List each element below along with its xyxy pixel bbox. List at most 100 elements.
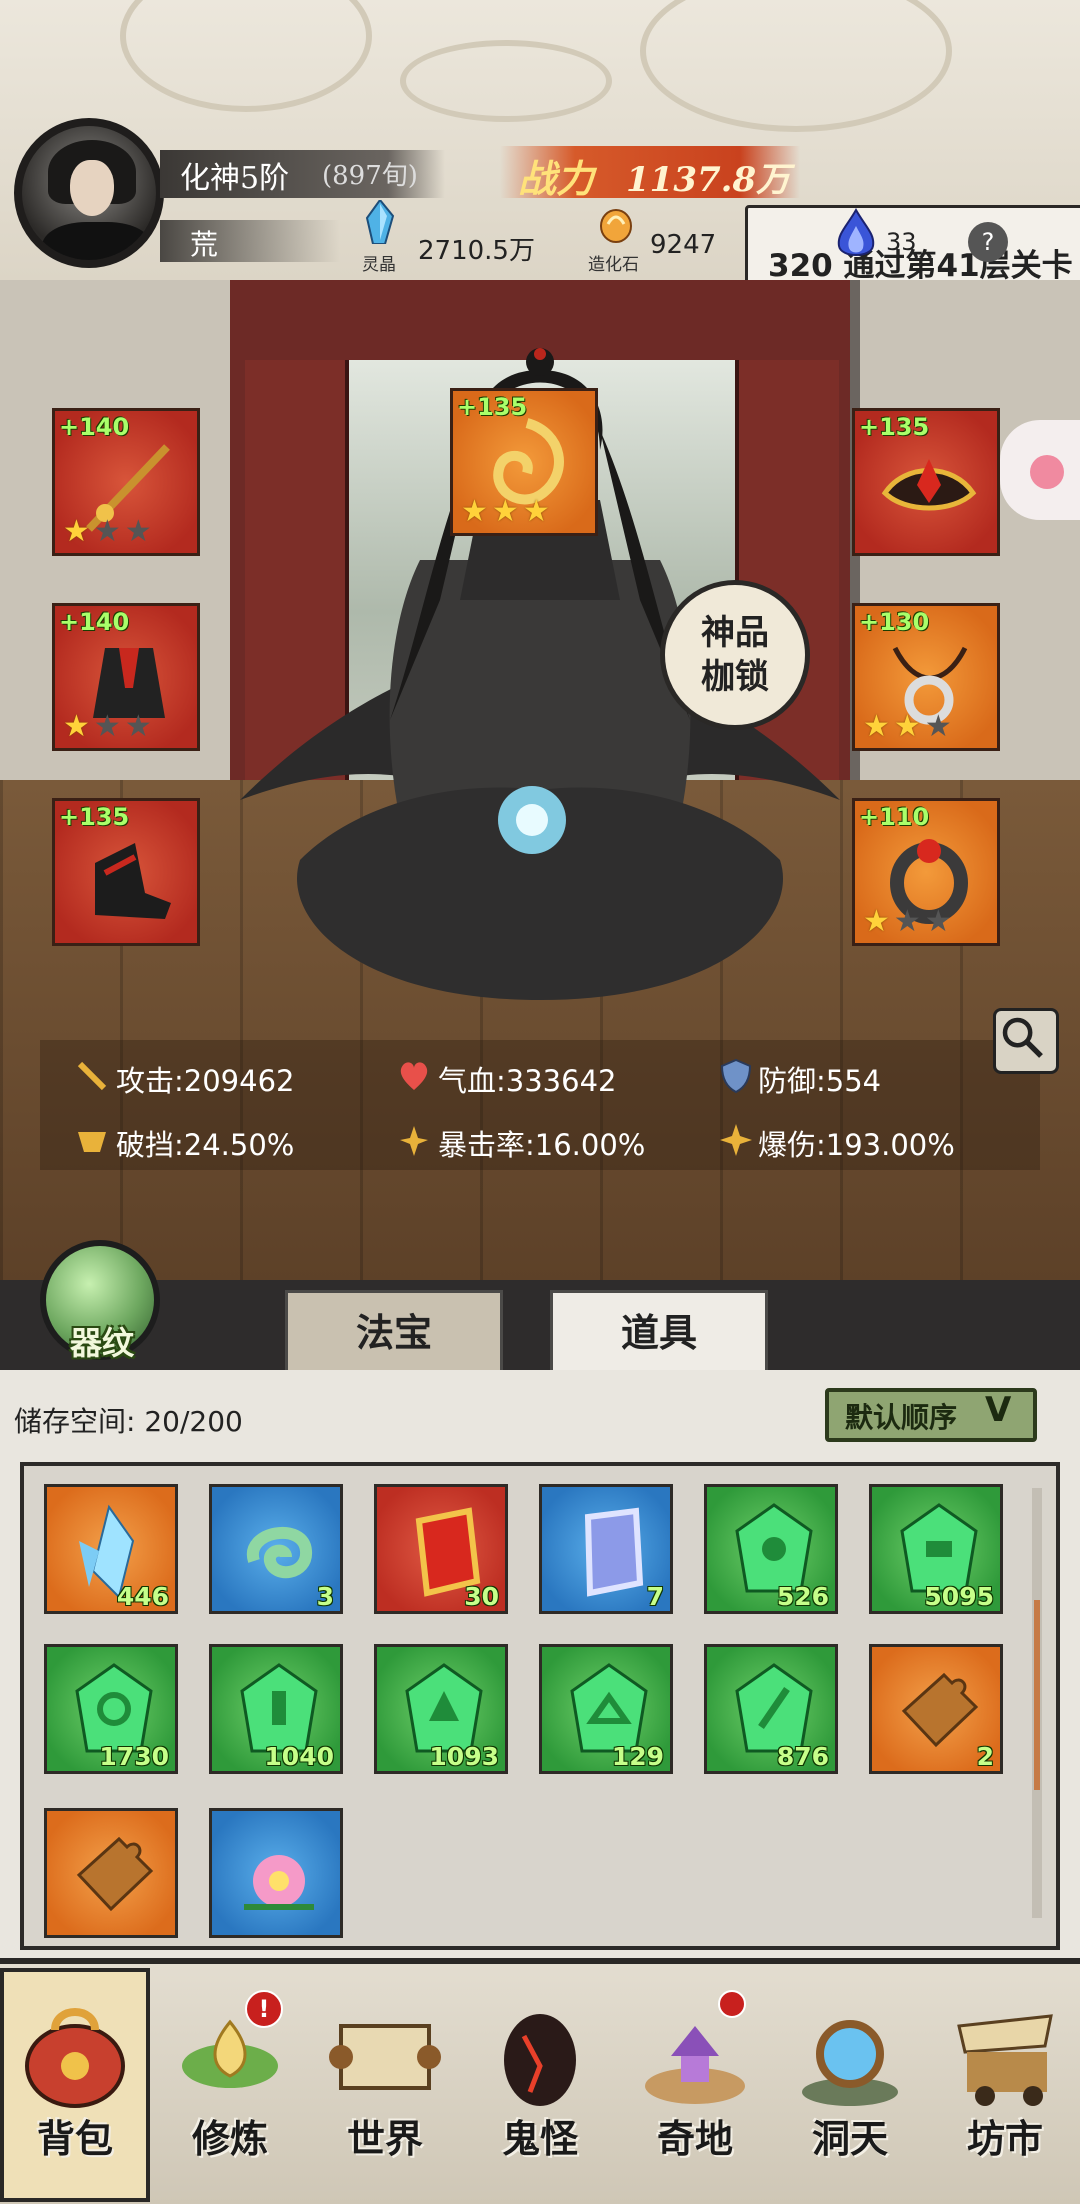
nav-cultivate-alert: ! <box>245 1990 283 2028</box>
scrollbar-thumb[interactable] <box>1034 1600 1040 1790</box>
stat-health: 气血:333642 <box>438 1064 617 1098</box>
stat-crit-damage: 爆伤:193.00% <box>758 1128 955 1162</box>
quest-help-button[interactable]: ? <box>968 222 1008 262</box>
item-count: 1730 <box>99 1742 169 1771</box>
stat-defense: 防御:554 <box>758 1064 882 1098</box>
enhance-level: +110 <box>859 803 930 831</box>
equip-slot-armor[interactable]: +140 ★★★ <box>52 603 200 751</box>
bilibili-icon <box>1030 455 1064 489</box>
star-rating: ★★★ <box>863 904 956 939</box>
combat-power-value: 1137.8万 <box>626 160 791 200</box>
stat-break-block: 破挡:24.50% <box>116 1128 295 1162</box>
inventory-item[interactable]: 5095 <box>869 1484 1003 1614</box>
nav-market[interactable]: 坊市 <box>930 1968 1080 2198</box>
nav-cultivate-label: 修炼 <box>191 2116 268 2161</box>
badge-line-1: 神品 <box>701 613 769 653</box>
realm-name: 荒 <box>190 228 219 261</box>
divine-shackle-badge[interactable]: 神品 枷锁 <box>660 580 810 730</box>
nav-cave-heaven[interactable]: 洞天 <box>775 1968 925 2198</box>
inventory-item[interactable] <box>209 1808 343 1938</box>
inventory-item[interactable]: 3 <box>209 1484 343 1614</box>
puzzle-piece-icon <box>76 1836 154 1912</box>
item-count: 1093 <box>429 1742 499 1771</box>
star-rating: ★★★ <box>461 494 554 529</box>
inventory-item[interactable] <box>44 1808 178 1938</box>
quest-text: 320 通过第41层关卡 <box>768 248 1073 284</box>
inventory-item[interactable]: 129 <box>539 1644 673 1774</box>
realm-bar <box>160 220 340 262</box>
market-cart-icon <box>957 2014 1053 2106</box>
item-count: 3 <box>316 1582 334 1611</box>
player-avatar[interactable] <box>14 118 164 268</box>
bag-icon <box>25 2008 125 2108</box>
creation-stone-value: 9247 <box>650 230 717 260</box>
stat-crit-rate: 暴击率:16.00% <box>438 1128 646 1162</box>
inventory-item[interactable]: 526 <box>704 1484 838 1614</box>
crit-rate-icon <box>400 1126 428 1156</box>
boots-icon <box>95 843 171 919</box>
inventory-item[interactable]: 2 <box>869 1644 1003 1774</box>
inventory-item[interactable]: 1040 <box>209 1644 343 1774</box>
equip-slot-crown[interactable]: +135 <box>852 408 1000 556</box>
blue-talisman-icon <box>584 1507 644 1597</box>
inventory-item[interactable]: 446 <box>44 1484 178 1614</box>
item-count: 1040 <box>264 1742 334 1771</box>
star-rating: ★★★ <box>63 709 156 744</box>
inventory-item[interactable]: 1730 <box>44 1644 178 1774</box>
demon-egg-icon <box>504 2014 576 2106</box>
creation-stone-icon <box>600 209 632 243</box>
enhance-level: +140 <box>59 413 130 441</box>
scroll-map-icon <box>329 2024 441 2090</box>
item-count: 2 <box>976 1742 994 1771</box>
nav-wonderland-dot <box>718 1990 746 2018</box>
defense-shield-icon <box>720 1058 752 1094</box>
crit-damage-icon <box>720 1124 752 1156</box>
nav-monsters-label: 鬼怪 <box>501 2116 578 2161</box>
equip-slot-golden-relic[interactable]: +135 ★★★ <box>450 388 598 536</box>
pink-flower-icon <box>244 1855 314 1910</box>
nav-bag[interactable]: 背包 <box>0 1968 150 2198</box>
inventory-item[interactable]: 30 <box>374 1484 508 1614</box>
item-count: 526 <box>776 1582 829 1611</box>
spirit-crystal-icon <box>365 200 395 244</box>
equip-slot-pendant[interactable]: +130 ★★★ <box>852 603 1000 751</box>
inventory-item[interactable]: 1093 <box>374 1644 508 1774</box>
puzzle-piece-icon <box>901 1672 979 1748</box>
zoom-button[interactable] <box>993 1008 1059 1074</box>
tab-treasure[interactable]: 法宝 <box>285 1290 503 1373</box>
portal-icon <box>802 2020 898 2106</box>
nav-bag-label: 背包 <box>36 2116 113 2161</box>
equip-slot-boots[interactable]: +135 <box>52 798 200 946</box>
chevron-down-icon: V <box>985 1390 1012 1430</box>
nav-world[interactable]: 世界 <box>310 1968 460 2198</box>
nav-market-label: 坊市 <box>966 2116 1043 2161</box>
tab-strip <box>0 1280 1080 1370</box>
spirit-crystal-label: 灵晶 <box>362 255 396 275</box>
inventory-item[interactable]: 876 <box>704 1644 838 1774</box>
health-heart-icon <box>400 1062 428 1090</box>
spirit-flame-count: 33 <box>886 228 917 256</box>
star-rating: ★★★ <box>863 709 956 744</box>
inventory-item[interactable]: 7 <box>539 1484 673 1614</box>
storage-capacity: 储存空间: 20/200 <box>14 1405 243 1438</box>
nav-cultivate[interactable]: ! 修炼 <box>155 1968 305 2198</box>
break-block-icon <box>78 1132 106 1152</box>
sort-order-label: 默认顺序 <box>845 1401 958 1434</box>
star-rating: ★★★ <box>63 514 156 549</box>
equip-slot-ring[interactable]: +110 ★★★ <box>852 798 1000 946</box>
nav-monsters[interactable]: 鬼怪 <box>465 1968 615 2198</box>
enhance-level: +135 <box>59 803 130 831</box>
enhance-level: +135 <box>859 413 930 441</box>
equip-slot-sword[interactable]: +140 ★★★ <box>52 408 200 556</box>
jade-swirl-icon <box>246 1526 312 1579</box>
item-count: 129 <box>611 1742 664 1771</box>
magnifier-icon <box>1002 1017 1043 1058</box>
enhance-level: +135 <box>457 393 528 421</box>
item-count: 446 <box>116 1582 169 1611</box>
spirit-flame-icon <box>837 208 875 256</box>
nav-wonderland-label: 奇地 <box>656 2116 733 2161</box>
nav-wonderland[interactable]: 奇地 <box>620 1968 770 2198</box>
spirit-crystal-value: 2710.5万 <box>418 236 535 266</box>
tab-items[interactable]: 道具 <box>550 1290 768 1373</box>
enhance-level: +140 <box>59 608 130 636</box>
